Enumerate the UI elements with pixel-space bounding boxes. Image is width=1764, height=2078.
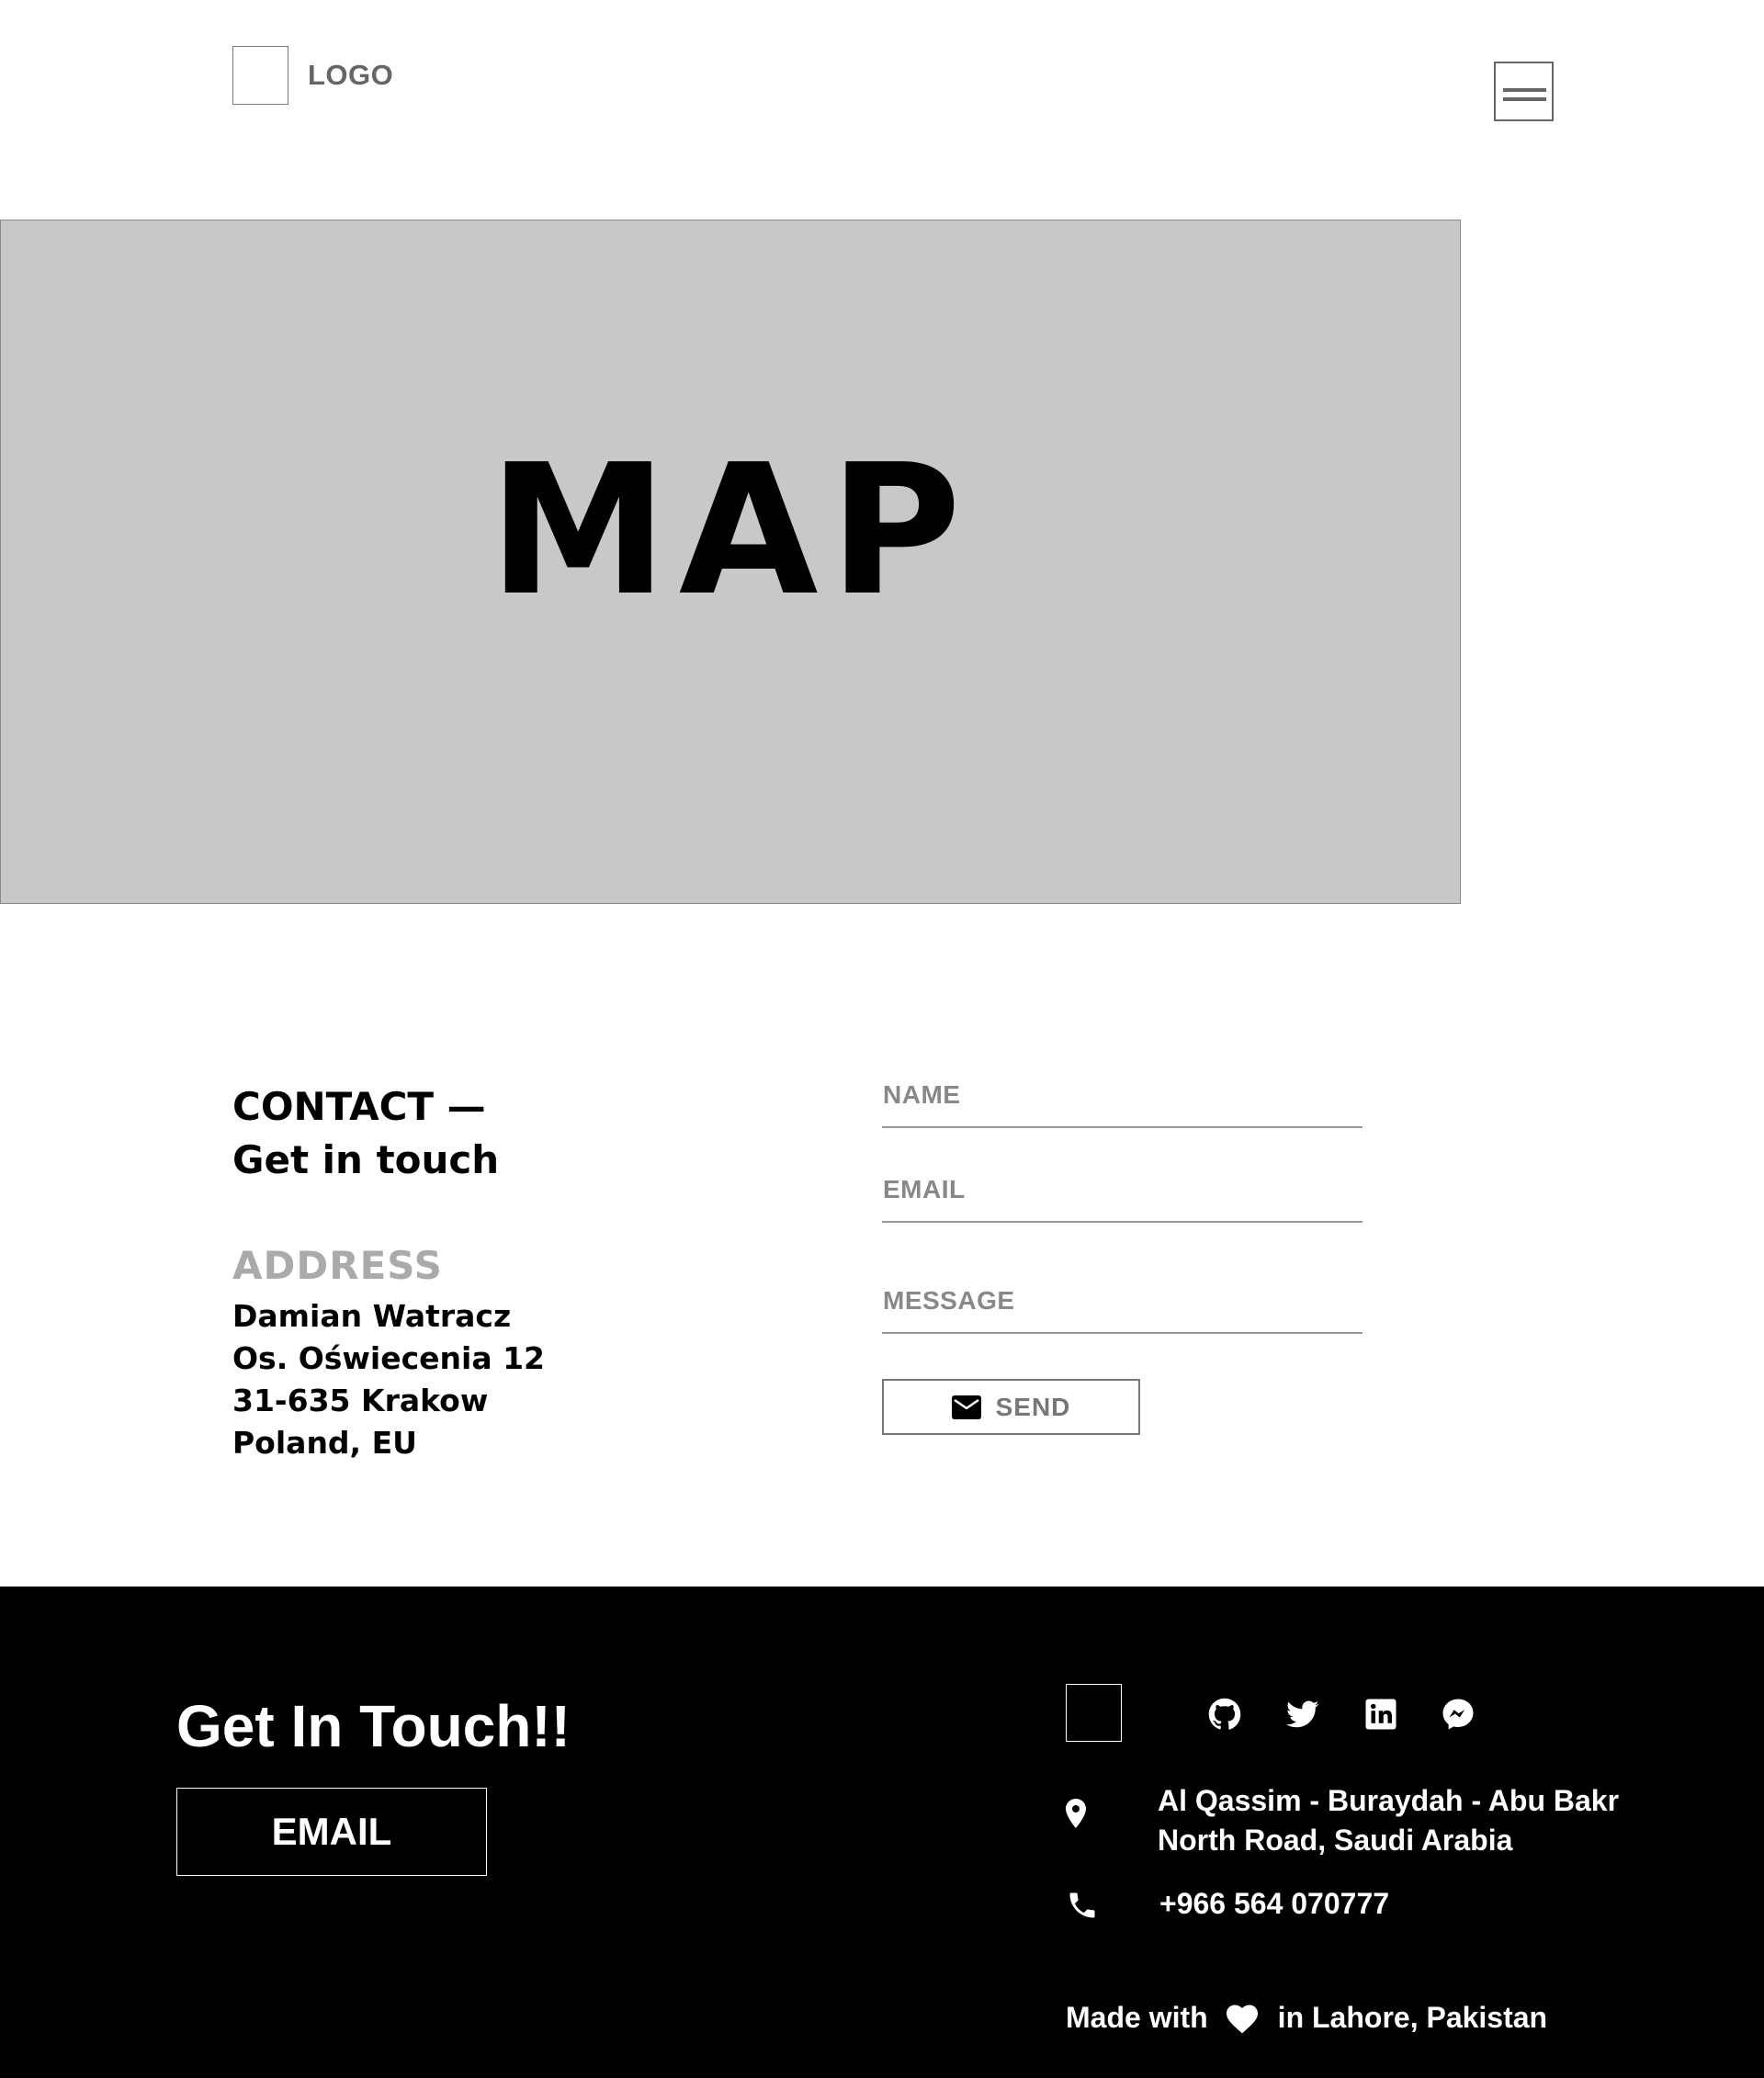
- made-with-line: Made with in Lahore, Pakistan: [1066, 2001, 1547, 2035]
- menu-button[interactable]: [1494, 62, 1554, 121]
- footer-address-line1: Al Qassim - Buraydah - Abu Bakr: [1158, 1784, 1620, 1817]
- address-line: Poland, EU: [232, 1425, 417, 1461]
- contact-heading-line2: Get in touch: [232, 1137, 500, 1182]
- name-field-wrapper: [882, 1077, 1363, 1128]
- email-button[interactable]: EMAIL: [176, 1788, 487, 1876]
- logo-text[interactable]: LOGO: [308, 59, 393, 92]
- made-with-prefix: Made with: [1066, 2001, 1208, 2034]
- hamburger-menu-icon: [1503, 88, 1546, 92]
- phone-icon: [1066, 1889, 1099, 1922]
- email-field-wrapper: [882, 1171, 1363, 1223]
- twitter-icon[interactable]: [1286, 1698, 1319, 1731]
- linkedin-icon[interactable]: [1364, 1698, 1397, 1731]
- footer: Get In Touch!! EMAIL Al Qassim - Burayda…: [0, 1587, 1764, 2078]
- send-button-label: SEND: [995, 1392, 1071, 1421]
- heart-icon: [1225, 2003, 1260, 2034]
- address-line: Damian Watracz: [232, 1298, 512, 1334]
- map-label: MAP: [488, 426, 973, 636]
- footer-address: Al Qassim - Buraydah - Abu Bakr North Ro…: [1158, 1781, 1619, 1860]
- footer-logo-placeholder[interactable]: [1066, 1684, 1122, 1742]
- footer-phone: +966 564 070777: [1159, 1887, 1390, 1920]
- message-field[interactable]: [882, 1282, 1363, 1319]
- logo-placeholder[interactable]: [232, 46, 288, 105]
- address-line: Os. Oświecenia 12: [232, 1340, 546, 1376]
- name-field[interactable]: [882, 1077, 1363, 1113]
- made-with-suffix: in Lahore, Pakistan: [1277, 2001, 1548, 2034]
- mail-icon: [951, 1395, 981, 1419]
- map-placeholder[interactable]: MAP: [0, 220, 1461, 904]
- address-block: Damian Watracz Os. Oświecenia 12 31-635 …: [232, 1295, 545, 1464]
- message-field-wrapper: [882, 1282, 1363, 1334]
- contact-heading-line1: CONTACT —: [232, 1084, 486, 1129]
- location-pin-icon: [1066, 1799, 1086, 1828]
- footer-title: Get In Touch!!: [176, 1693, 571, 1759]
- send-button[interactable]: SEND: [882, 1379, 1140, 1435]
- footer-address-line2: North Road, Saudi Arabia: [1158, 1824, 1513, 1857]
- hamburger-menu-icon-bar: [1503, 97, 1546, 101]
- messenger-icon[interactable]: [1442, 1698, 1475, 1731]
- contact-heading: CONTACT — Get in touch: [232, 1080, 499, 1187]
- email-field[interactable]: [882, 1171, 1363, 1208]
- address-title: ADDRESS: [232, 1243, 443, 1288]
- address-line: 31-635 Krakow: [232, 1383, 489, 1418]
- github-icon[interactable]: [1208, 1698, 1241, 1731]
